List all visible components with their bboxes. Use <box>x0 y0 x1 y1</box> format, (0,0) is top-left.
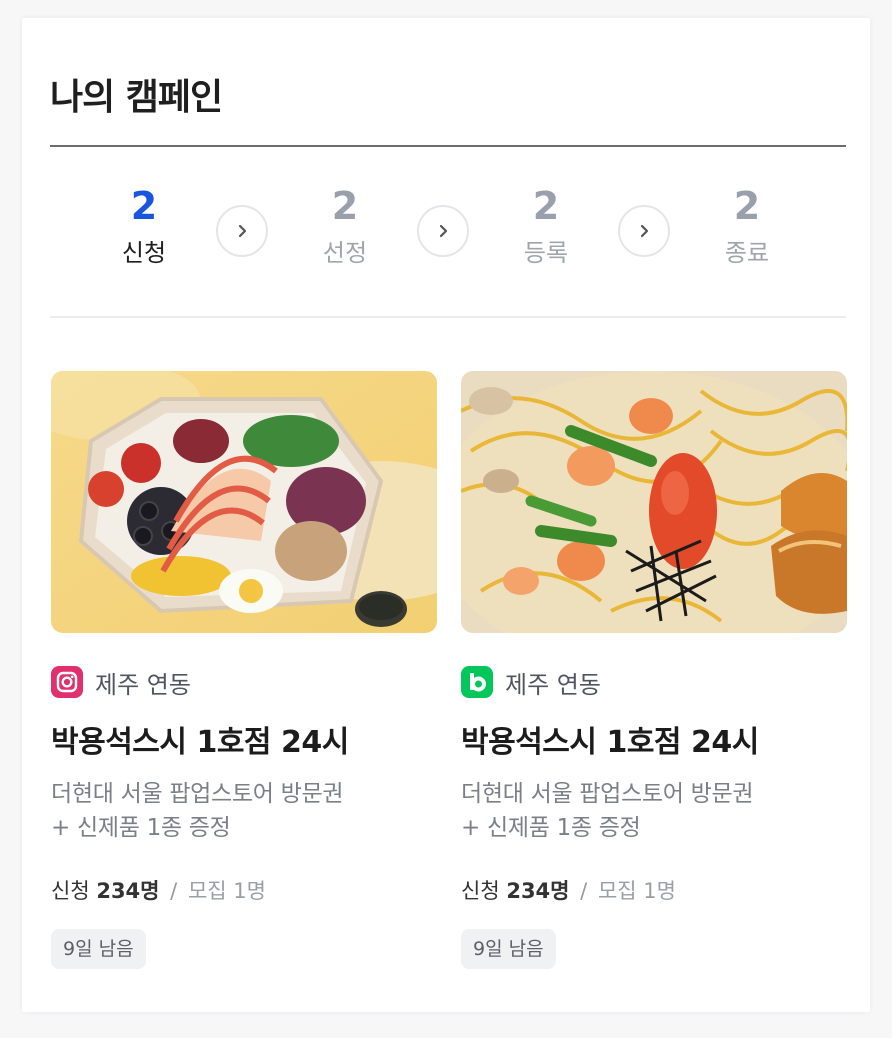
step-selected-label: 선정 <box>322 239 368 267</box>
stats-separator: / <box>170 879 178 903</box>
step-registered-label: 등록 <box>523 239 569 267</box>
campaign-title[interactable]: 박용석스시 1호점 24시 <box>461 723 847 763</box>
campaign-location: 제주 연동 <box>95 670 191 699</box>
campaign-description: 더현대 서울 팝업스토어 방문권 + 신제품 1종 증정 <box>51 777 437 845</box>
campaign-stats: 신청 234명 / 모집 1명 <box>461 875 847 907</box>
steps-divider <box>50 316 846 318</box>
title-divider <box>50 145 846 147</box>
applied-count: 234명 <box>506 879 570 903</box>
step-registered[interactable]: 2 등록 <box>486 183 606 269</box>
applied-label: 신청 <box>461 879 500 903</box>
step-registered-count: 2 <box>532 184 560 228</box>
campaign-description: 더현대 서울 팝업스토어 방문권 + 신제품 1종 증정 <box>461 777 847 845</box>
step-selected-count: 2 <box>331 184 359 228</box>
campaign-description-line1: 더현대 서울 팝업스토어 방문권 <box>461 781 754 807</box>
chevron-right-icon[interactable] <box>618 205 670 257</box>
step-ended[interactable]: 2 종료 <box>687 183 807 269</box>
campaign-thumbnail-pasta[interactable] <box>461 371 847 633</box>
step-applied[interactable]: 2 신청 <box>84 183 204 269</box>
campaign-description-line2: + 신제품 1종 증정 <box>51 815 231 841</box>
campaign-description-line2: + 신제품 1종 증정 <box>461 815 641 841</box>
chevron-right-icon[interactable] <box>216 205 268 257</box>
instagram-icon <box>51 666 83 698</box>
recruit-count: 모집 1명 <box>597 879 676 903</box>
step-applied-count: 2 <box>130 184 158 228</box>
campaign-description-line1: 더현대 서울 팝업스토어 방문권 <box>51 781 344 807</box>
applied-count: 234명 <box>96 879 160 903</box>
chevron-right-icon[interactable] <box>417 205 469 257</box>
campaign-meta: 제주 연동 <box>51 665 437 699</box>
campaign-item[interactable]: 제주 연동 박용석스시 1호점 24시 더현대 서울 팝업스토어 방문권 + 신… <box>51 371 437 969</box>
stats-separator: / <box>580 879 588 903</box>
blog-icon <box>461 666 493 698</box>
page-title: 나의 캠페인 <box>50 77 223 118</box>
my-campaign-card: 나의 캠페인 2 신청 2 선정 2 등록 2 종료 제주 연동 박용석스시 1… <box>22 18 870 1012</box>
step-ended-label: 종료 <box>724 239 770 267</box>
step-applied-label: 신청 <box>121 239 167 267</box>
campaign-stats: 신청 234명 / 모집 1명 <box>51 875 437 907</box>
campaign-item[interactable]: 제주 연동 박용석스시 1호점 24시 더현대 서울 팝업스토어 방문권 + 신… <box>461 371 847 969</box>
campaign-status-steps: 2 신청 2 선정 2 등록 2 종료 <box>50 183 846 283</box>
campaign-meta: 제주 연동 <box>461 665 847 699</box>
campaign-title[interactable]: 박용석스시 1호점 24시 <box>51 723 437 763</box>
step-selected[interactable]: 2 선정 <box>285 183 405 269</box>
remaining-days-badge: 9일 남음 <box>51 929 146 969</box>
remaining-days-badge: 9일 남음 <box>461 929 556 969</box>
step-ended-count: 2 <box>733 184 761 228</box>
campaign-location: 제주 연동 <box>505 670 601 699</box>
recruit-count: 모집 1명 <box>187 879 266 903</box>
applied-label: 신청 <box>51 879 90 903</box>
campaign-thumbnail-salad[interactable] <box>51 371 437 633</box>
